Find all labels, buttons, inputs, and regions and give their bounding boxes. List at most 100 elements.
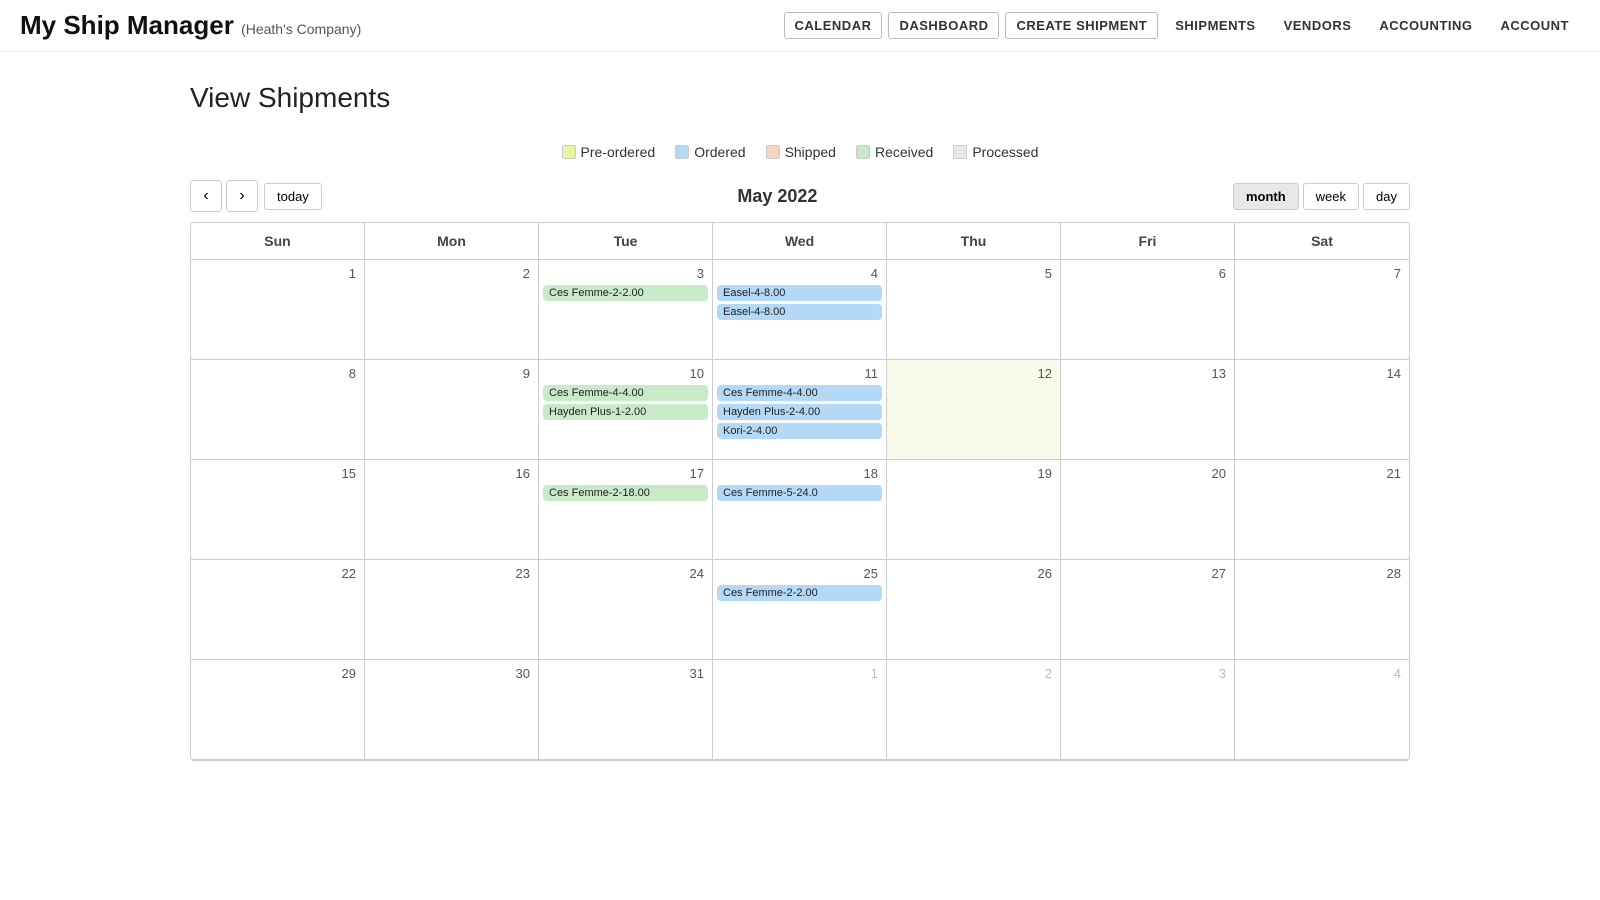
- cal-cell-may-11[interactable]: 11Ces Femme-4-4.00Hayden Plus-2-4.00Kori…: [713, 360, 887, 460]
- cal-cell-may-5[interactable]: 5: [887, 260, 1061, 360]
- cal-cell-may-28[interactable]: 28: [1235, 560, 1409, 660]
- cal-cell-may-24[interactable]: 24: [539, 560, 713, 660]
- legend-label-preordered: Pre-ordered: [581, 144, 656, 160]
- cal-cell-may-15[interactable]: 15: [191, 460, 365, 560]
- cal-event[interactable]: Hayden Plus-2-4.00: [717, 404, 882, 420]
- cal-event[interactable]: Easel-4-8.00: [717, 304, 882, 320]
- cal-cell-may-6[interactable]: 6: [1061, 260, 1235, 360]
- day-number: 26: [891, 564, 1056, 585]
- cal-cell-may-29[interactable]: 29: [191, 660, 365, 760]
- day-number: 10: [543, 364, 708, 385]
- day-number: 3: [543, 264, 708, 285]
- day-number: 5: [891, 264, 1056, 285]
- cal-cell-may-10[interactable]: 10Ces Femme-4-4.00 Hayden Plus-1-2.00: [539, 360, 713, 460]
- prev-button[interactable]: ‹: [190, 180, 222, 212]
- legend-label-ordered: Ordered: [694, 144, 745, 160]
- day-number: 6: [1065, 264, 1230, 285]
- day-number: 13: [1065, 364, 1230, 385]
- legend-item-ordered: Ordered: [675, 144, 745, 160]
- cal-cell-other-4[interactable]: 4: [1235, 660, 1409, 760]
- calendar-title: May 2022: [322, 186, 1233, 207]
- day-number: 1: [717, 664, 882, 685]
- nav-item-accounting[interactable]: ACCOUNTING: [1368, 12, 1483, 39]
- cal-cell-may-2[interactable]: 2: [365, 260, 539, 360]
- view-buttons: monthweekday: [1233, 183, 1410, 210]
- cal-cell-may-19[interactable]: 19: [887, 460, 1061, 560]
- calendar: SunMonTueWedThuFriSat 123Ces Femme-2-2.0…: [190, 222, 1410, 761]
- cal-cell-may-25[interactable]: 25Ces Femme-2-2.00: [713, 560, 887, 660]
- cal-cell-may-22[interactable]: 22: [191, 560, 365, 660]
- calendar-header: SunMonTueWedThuFriSat: [191, 223, 1409, 260]
- cal-cell-may-21[interactable]: 21: [1235, 460, 1409, 560]
- calendar-body: 123Ces Femme-2-2.004Easel-4-8.00Easel-4-…: [191, 260, 1409, 760]
- legend-label-received: Received: [875, 144, 933, 160]
- cal-cell-may-16[interactable]: 16: [365, 460, 539, 560]
- main-nav: CALENDARDASHBOARDCREATE SHIPMENTSHIPMENT…: [784, 12, 1580, 39]
- view-btn-day[interactable]: day: [1363, 183, 1410, 210]
- day-number: 24: [543, 564, 708, 585]
- day-number: 29: [195, 664, 360, 685]
- next-button[interactable]: ›: [226, 180, 258, 212]
- cal-cell-may-17[interactable]: 17Ces Femme-2-18.00: [539, 460, 713, 560]
- legend-color-preordered: [562, 145, 576, 159]
- nav-item-vendors[interactable]: VENDORS: [1273, 12, 1363, 39]
- cal-cell-may-7[interactable]: 7: [1235, 260, 1409, 360]
- cal-cell-may-9[interactable]: 9: [365, 360, 539, 460]
- cal-cell-may-14[interactable]: 14: [1235, 360, 1409, 460]
- cal-event[interactable]: Easel-4-8.00: [717, 285, 882, 301]
- cal-cell-may-31[interactable]: 31: [539, 660, 713, 760]
- cal-event[interactable]: Hayden Plus-1-2.00: [543, 404, 708, 420]
- cal-cell-may-4[interactable]: 4Easel-4-8.00Easel-4-8.00: [713, 260, 887, 360]
- day-header-sun: Sun: [191, 223, 365, 260]
- legend-item-shipped: Shipped: [766, 144, 836, 160]
- day-number: 2: [891, 664, 1056, 685]
- nav-item-dashboard[interactable]: DASHBOARD: [888, 12, 999, 39]
- nav-item-calendar[interactable]: CALENDAR: [784, 12, 883, 39]
- day-number: 7: [1239, 264, 1405, 285]
- cal-cell-may-23[interactable]: 23: [365, 560, 539, 660]
- day-number: 9: [369, 364, 534, 385]
- cal-cell-may-20[interactable]: 20: [1061, 460, 1235, 560]
- view-btn-week[interactable]: week: [1303, 183, 1359, 210]
- cal-cell-may-13[interactable]: 13: [1061, 360, 1235, 460]
- day-number: 30: [369, 664, 534, 685]
- day-header-thu: Thu: [887, 223, 1061, 260]
- cal-cell-may-1[interactable]: 1: [191, 260, 365, 360]
- legend-color-ordered: [675, 145, 689, 159]
- nav-item-shipments[interactable]: SHIPMENTS: [1164, 12, 1266, 39]
- calendar-toolbar: ‹ › today May 2022 monthweekday: [190, 180, 1410, 212]
- nav-item-account[interactable]: ACCOUNT: [1490, 12, 1581, 39]
- cal-events: Ces Femme-4-4.00 Hayden Plus-2-4.00 Kori-2…: [717, 385, 882, 439]
- nav-item-create-shipment[interactable]: CREATE SHIPMENT: [1005, 12, 1158, 39]
- legend-color-shipped: [766, 145, 780, 159]
- cal-event[interactable]: Ces Femme-4-4.00: [543, 385, 708, 401]
- legend-item-received: Received: [856, 144, 933, 160]
- cal-cell-may-18[interactable]: 18Ces Femme-5-24.0: [713, 460, 887, 560]
- cal-event[interactable]: Ces Femme-5-24.0: [717, 485, 882, 501]
- cal-cell-may-12[interactable]: 12: [887, 360, 1061, 460]
- day-number: 3: [1065, 664, 1230, 685]
- page-title: View Shipments: [190, 82, 1410, 114]
- cal-cell-may-27[interactable]: 27: [1061, 560, 1235, 660]
- cal-event[interactable]: Kori-2-4.00: [717, 423, 882, 439]
- cal-cell-may-8[interactable]: 8: [191, 360, 365, 460]
- today-button[interactable]: today: [264, 183, 322, 210]
- cal-events: Ces Femme-2-2.00: [717, 585, 882, 601]
- day-header-tue: Tue: [539, 223, 713, 260]
- day-number: 1: [195, 264, 360, 285]
- cal-cell-may-30[interactable]: 30: [365, 660, 539, 760]
- view-btn-month[interactable]: month: [1233, 183, 1299, 210]
- day-header-fri: Fri: [1061, 223, 1235, 260]
- cal-cell-may-26[interactable]: 26: [887, 560, 1061, 660]
- cal-cell-may-3[interactable]: 3Ces Femme-2-2.00: [539, 260, 713, 360]
- cal-event[interactable]: Ces Femme-4-4.00: [717, 385, 882, 401]
- cal-events: Easel-4-8.00 Easel-4-8.00: [717, 285, 882, 320]
- cal-cell-other-1[interactable]: 1: [713, 660, 887, 760]
- cal-event[interactable]: Ces Femme-2-18.00: [543, 485, 708, 501]
- cal-event[interactable]: Ces Femme-2-2.00: [717, 585, 882, 601]
- day-number: 18: [717, 464, 882, 485]
- cal-event[interactable]: Ces Femme-2-2.00: [543, 285, 708, 301]
- day-header-mon: Mon: [365, 223, 539, 260]
- cal-cell-other-3[interactable]: 3: [1061, 660, 1235, 760]
- cal-cell-other-2[interactable]: 2: [887, 660, 1061, 760]
